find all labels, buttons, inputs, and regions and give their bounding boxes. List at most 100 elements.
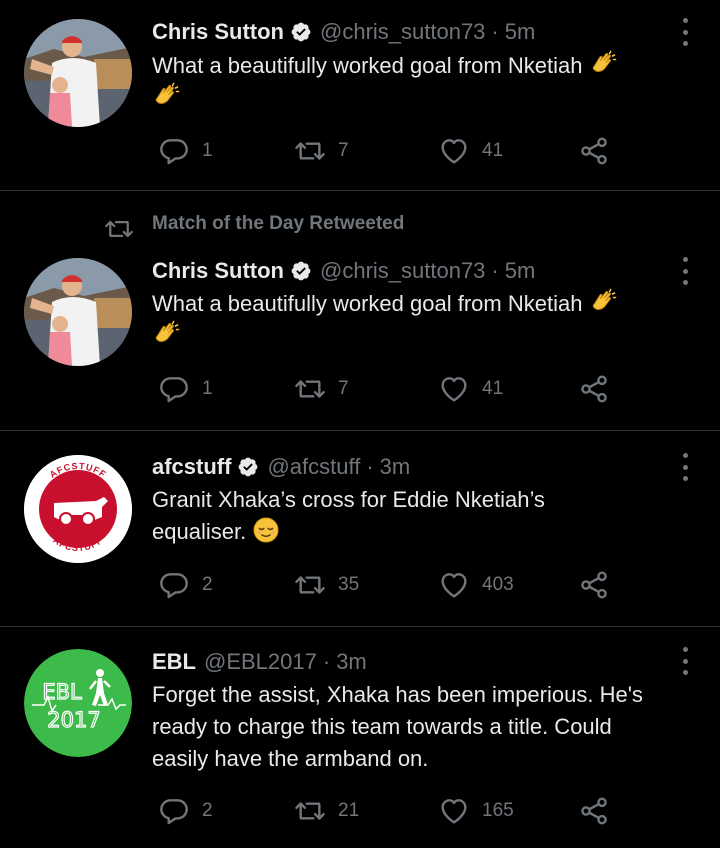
tweet-2[interactable]: Match of the Day Retweeted Chris Sutton … bbox=[0, 191, 720, 431]
share-button[interactable] bbox=[578, 567, 610, 603]
reply-button[interactable]: 2 bbox=[158, 793, 213, 829]
display-name[interactable]: EBL bbox=[152, 649, 196, 675]
like-count: 41 bbox=[482, 140, 504, 161]
reply-count: 1 bbox=[202, 140, 213, 161]
tweet-text: Forget the assist, Xhaka has been imperi… bbox=[152, 679, 697, 775]
more-options-icon[interactable] bbox=[682, 453, 688, 481]
tweet-text-line1: Forget the assist, Xhaka has been imperi… bbox=[152, 682, 643, 707]
like-count: 165 bbox=[482, 800, 514, 821]
separator-dot: · bbox=[491, 19, 499, 44]
tweet-timestamp[interactable]: 5m bbox=[505, 19, 536, 45]
tweet-actions: 1 7 41 bbox=[152, 371, 622, 407]
reply-icon bbox=[158, 795, 190, 827]
verified-badge-icon bbox=[237, 456, 259, 478]
retweet-count: 35 bbox=[338, 574, 360, 595]
retweet-icon bbox=[294, 135, 326, 167]
tweet-actions: 2 21 165 bbox=[152, 793, 622, 829]
retweet-icon bbox=[294, 569, 326, 601]
ebl-logo: EBL 2017 bbox=[24, 649, 132, 757]
share-icon bbox=[578, 373, 610, 405]
tweet-header: Chris Sutton @chris_sutton73 · 5m bbox=[152, 258, 535, 284]
tweet-1[interactable]: Chris Sutton @chris_sutton73 · 5m What a… bbox=[0, 0, 720, 190]
clapping-hands-icon bbox=[152, 82, 180, 110]
share-button[interactable] bbox=[578, 793, 610, 829]
avatar-chris-sutton[interactable] bbox=[24, 258, 132, 366]
relieved-face-icon bbox=[252, 516, 280, 544]
more-options-icon[interactable] bbox=[682, 257, 688, 285]
retweet-count: 21 bbox=[338, 800, 360, 821]
tweet-text: What a beautifully worked goal from Nket… bbox=[152, 50, 697, 114]
retweet-icon bbox=[294, 795, 326, 827]
like-button[interactable]: 41 bbox=[438, 371, 503, 407]
tweet-text-line3: easily have the armband on. bbox=[152, 746, 429, 771]
tweet-header: EBL @EBL2017 · 3m bbox=[152, 649, 367, 675]
tweet-text-content: What a beautifully worked goal from Nket… bbox=[152, 291, 583, 316]
user-handle[interactable]: @afcstuff bbox=[267, 454, 360, 480]
like-button[interactable]: 403 bbox=[438, 567, 514, 603]
like-count: 403 bbox=[482, 574, 514, 595]
afcstuff-logo: AFCSTUFF AFCSTUFF bbox=[24, 455, 132, 563]
share-icon bbox=[578, 569, 610, 601]
retweet-count: 7 bbox=[338, 140, 349, 161]
display-name[interactable]: afcstuff bbox=[152, 454, 231, 480]
reply-count: 2 bbox=[202, 574, 213, 595]
reply-button[interactable]: 1 bbox=[158, 133, 213, 169]
avatar-photo bbox=[24, 19, 132, 127]
clapping-hands-icon bbox=[589, 288, 617, 316]
tweet-text: What a beautifully worked goal from Nket… bbox=[152, 288, 697, 352]
retweet-button[interactable]: 7 bbox=[294, 371, 349, 407]
reply-button[interactable]: 1 bbox=[158, 371, 213, 407]
retweet-button[interactable]: 7 bbox=[294, 133, 349, 169]
retweet-icon bbox=[294, 373, 326, 405]
tweet-timestamp[interactable]: 3m bbox=[380, 454, 411, 480]
reply-icon bbox=[158, 135, 190, 167]
user-handle[interactable]: @chris_sutton73 bbox=[320, 19, 485, 45]
tweet-header: Chris Sutton @chris_sutton73 · 5m bbox=[152, 19, 535, 45]
avatar-chris-sutton[interactable] bbox=[24, 19, 132, 127]
heart-icon bbox=[438, 135, 470, 167]
more-options-icon[interactable] bbox=[682, 18, 688, 46]
reply-icon bbox=[158, 569, 190, 601]
user-handle[interactable]: @chris_sutton73 bbox=[320, 258, 485, 284]
like-button[interactable]: 41 bbox=[438, 133, 503, 169]
tweet-4[interactable]: EBL 2017 EBL @EBL2017 · 3m Forget the as… bbox=[0, 627, 720, 848]
tweet-header: afcstuff @afcstuff · 3m bbox=[152, 454, 410, 480]
tweet-text-content: What a beautifully worked goal from Nket… bbox=[152, 53, 583, 78]
retweet-count: 7 bbox=[338, 378, 349, 399]
reply-count: 1 bbox=[202, 378, 213, 399]
avatar-afcstuff[interactable]: AFCSTUFF AFCSTUFF bbox=[24, 455, 132, 563]
tweet-timestamp[interactable]: 5m bbox=[505, 258, 536, 284]
reply-button[interactable]: 2 bbox=[158, 567, 213, 603]
reply-count: 2 bbox=[202, 800, 213, 821]
heart-icon bbox=[438, 569, 470, 601]
verified-badge-icon bbox=[290, 260, 312, 282]
tweet-actions: 2 35 403 bbox=[152, 567, 622, 603]
separator-dot: · bbox=[366, 454, 374, 479]
avatar-photo bbox=[24, 258, 132, 366]
share-button[interactable] bbox=[578, 133, 610, 169]
tweet-text-line1: Granit Xhaka’s cross for Eddie Nketiah’s bbox=[152, 487, 545, 512]
separator-dot: · bbox=[322, 649, 331, 674]
more-options-icon[interactable] bbox=[682, 647, 688, 675]
clapping-hands-icon bbox=[589, 50, 617, 78]
display-name[interactable]: Chris Sutton bbox=[152, 258, 284, 284]
heart-icon bbox=[438, 373, 470, 405]
separator-dot: · bbox=[491, 258, 499, 283]
retweet-button[interactable]: 21 bbox=[294, 793, 359, 829]
share-icon bbox=[578, 795, 610, 827]
user-handle[interactable]: @EBL2017 bbox=[204, 649, 317, 675]
avatar-ebl[interactable]: EBL 2017 bbox=[24, 649, 132, 757]
share-icon bbox=[578, 135, 610, 167]
tweet-timestamp[interactable]: 3m bbox=[336, 649, 367, 675]
reply-icon bbox=[158, 373, 190, 405]
logo-text-bottom: 2017 bbox=[47, 708, 100, 732]
heart-icon bbox=[438, 795, 470, 827]
display-name[interactable]: Chris Sutton bbox=[152, 19, 284, 45]
tweet-3[interactable]: AFCSTUFF AFCSTUFF afcstuff @afcstuff · 3… bbox=[0, 431, 720, 626]
retweeted-by-label[interactable]: Match of the Day Retweeted bbox=[152, 213, 404, 235]
like-button[interactable]: 165 bbox=[438, 793, 514, 829]
share-button[interactable] bbox=[578, 371, 610, 407]
clapping-hands-icon bbox=[152, 320, 180, 348]
retweet-button[interactable]: 35 bbox=[294, 567, 359, 603]
tweet-text-line2: ready to charge this team towards a titl… bbox=[152, 714, 612, 739]
